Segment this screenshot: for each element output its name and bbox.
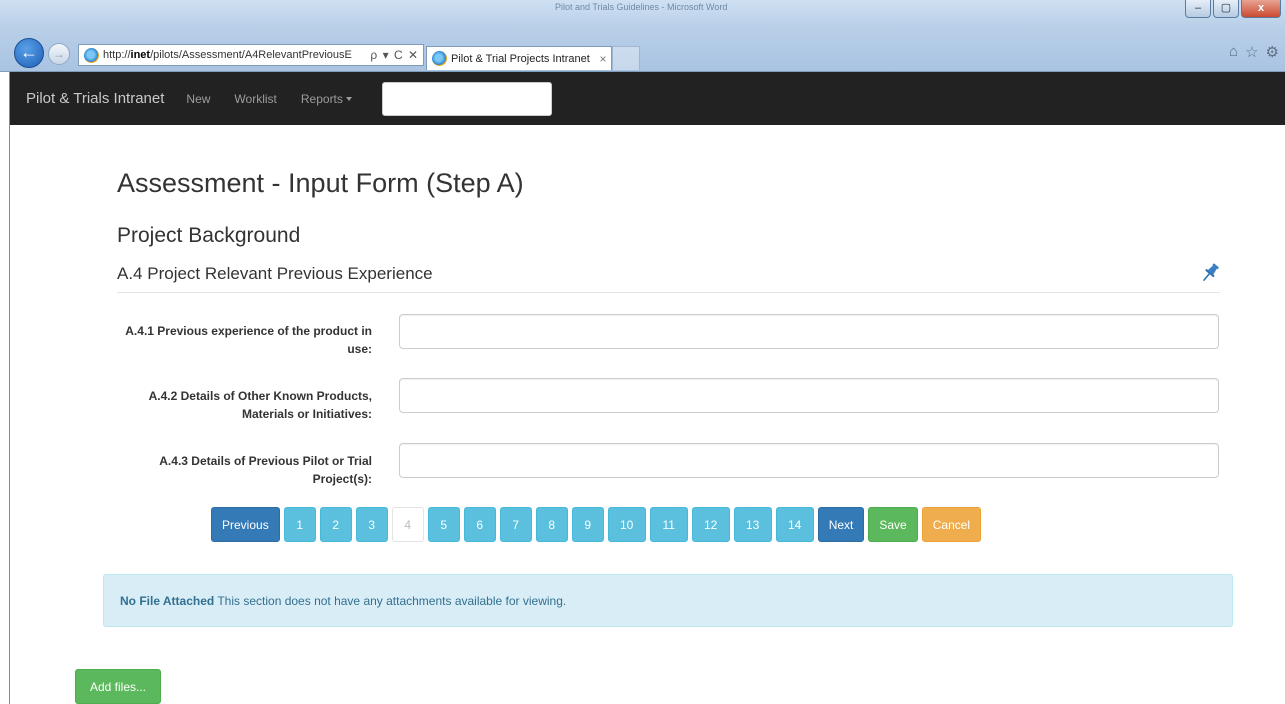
- subsection-title: A.4 Project Relevant Previous Experience: [117, 264, 433, 283]
- attachment-status-label: No File Attached: [120, 594, 215, 608]
- forward-button[interactable]: →: [48, 43, 70, 65]
- next-button[interactable]: Next: [817, 507, 865, 542]
- page-button-9[interactable]: 9: [571, 507, 604, 542]
- window-controls: – ▢ x: [1185, 0, 1281, 18]
- app-window: Pilot and Trials Guidelines - Microsoft …: [0, 0, 1285, 704]
- section-title: Project Background: [117, 224, 301, 247]
- maximize-button[interactable]: ▢: [1213, 0, 1239, 18]
- tab-favicon-icon: [432, 51, 447, 66]
- nav-dropdown-reports[interactable]: Reports: [301, 92, 352, 106]
- page-button-1[interactable]: 1: [283, 507, 316, 542]
- tab-close-icon[interactable]: ×: [595, 52, 611, 66]
- browser-chrome: Pilot and Trials Guidelines - Microsoft …: [0, 0, 1285, 72]
- page-button-11[interactable]: 11: [649, 507, 688, 542]
- page-button-14[interactable]: 14: [775, 507, 814, 542]
- ie-page-icon: [84, 47, 99, 63]
- reports-label: Reports: [300, 91, 343, 106]
- page-button-7[interactable]: 7: [499, 507, 532, 542]
- previous-pilot-input[interactable]: [399, 443, 1219, 478]
- settings-gear-icon[interactable]: ⚙: [1266, 43, 1279, 61]
- nav-link-worklist[interactable]: Worklist: [234, 92, 276, 106]
- tab-title: Pilot & Trial Projects Intranet: [451, 52, 590, 65]
- field-label-other-products: A.4.2 Details of Other Known Products, M…: [148, 389, 372, 421]
- navbar-brand[interactable]: Pilot & Trials Intranet: [26, 90, 164, 107]
- attachments-alert: No File Attached This section does not h…: [103, 574, 1233, 627]
- home-icon[interactable]: ⌂: [1229, 43, 1238, 61]
- other-products-input[interactable]: [399, 378, 1219, 413]
- caret-down-icon: [345, 97, 352, 102]
- minimize-button[interactable]: –: [1185, 0, 1211, 18]
- window-left-edge: [0, 72, 10, 704]
- back-button[interactable]: ←: [14, 38, 44, 68]
- new-tab-button[interactable]: [612, 46, 640, 70]
- section-divider: [117, 292, 1220, 293]
- close-window-button[interactable]: x: [1241, 0, 1281, 18]
- page-button-4-current: 4: [391, 507, 424, 542]
- page-button-3[interactable]: 3: [355, 507, 388, 542]
- page-button-2[interactable]: 2: [319, 507, 352, 542]
- page-button-6[interactable]: 6: [463, 507, 496, 542]
- window-title: Pilot and Trials Guidelines - Microsoft …: [555, 2, 728, 12]
- pin-icon[interactable]: [1198, 262, 1222, 284]
- page-button-13[interactable]: 13: [733, 507, 772, 542]
- favorites-star-icon[interactable]: ☆: [1245, 43, 1258, 61]
- browser-tab-active[interactable]: Pilot & Trial Projects Intranet ×: [426, 46, 612, 70]
- page-button-8[interactable]: 8: [535, 507, 568, 542]
- field-label-previous-experience: A.4.1 Previous experience of the product…: [125, 324, 372, 356]
- save-button[interactable]: Save: [868, 507, 918, 542]
- navbar-search-input[interactable]: [381, 81, 552, 116]
- page-button-10[interactable]: 10: [607, 507, 646, 542]
- field-label-previous-pilot: A.4.3 Details of Previous Pilot or Trial…: [159, 454, 372, 486]
- address-tools[interactable]: ρ ▾ C ✕: [366, 48, 423, 62]
- step-pagination: Previous 1 2 3 4 5 6 7 8 9 10 11 12 13 1…: [211, 507, 982, 542]
- cancel-button[interactable]: Cancel: [921, 507, 982, 542]
- page-button-12[interactable]: 12: [691, 507, 730, 542]
- previous-button[interactable]: Previous: [211, 507, 280, 542]
- page-title: Assessment - Input Form (Step A): [117, 168, 524, 198]
- previous-experience-input[interactable]: [399, 314, 1219, 349]
- attachment-status-text: This section does not have any attachmen…: [214, 594, 567, 608]
- nav-link-new[interactable]: New: [186, 92, 210, 106]
- address-url[interactable]: http://inet/pilots/Assessment/A4Relevant…: [103, 49, 366, 61]
- page-button-5[interactable]: 5: [427, 507, 460, 542]
- top-navbar: Pilot & Trials Intranet New Worklist Rep…: [10, 72, 1285, 125]
- browser-toolbar-icons: ⌂ ☆ ⚙: [1229, 43, 1279, 61]
- add-files-button[interactable]: Add files...: [75, 669, 161, 704]
- address-bar[interactable]: http://inet/pilots/Assessment/A4Relevant…: [78, 44, 424, 66]
